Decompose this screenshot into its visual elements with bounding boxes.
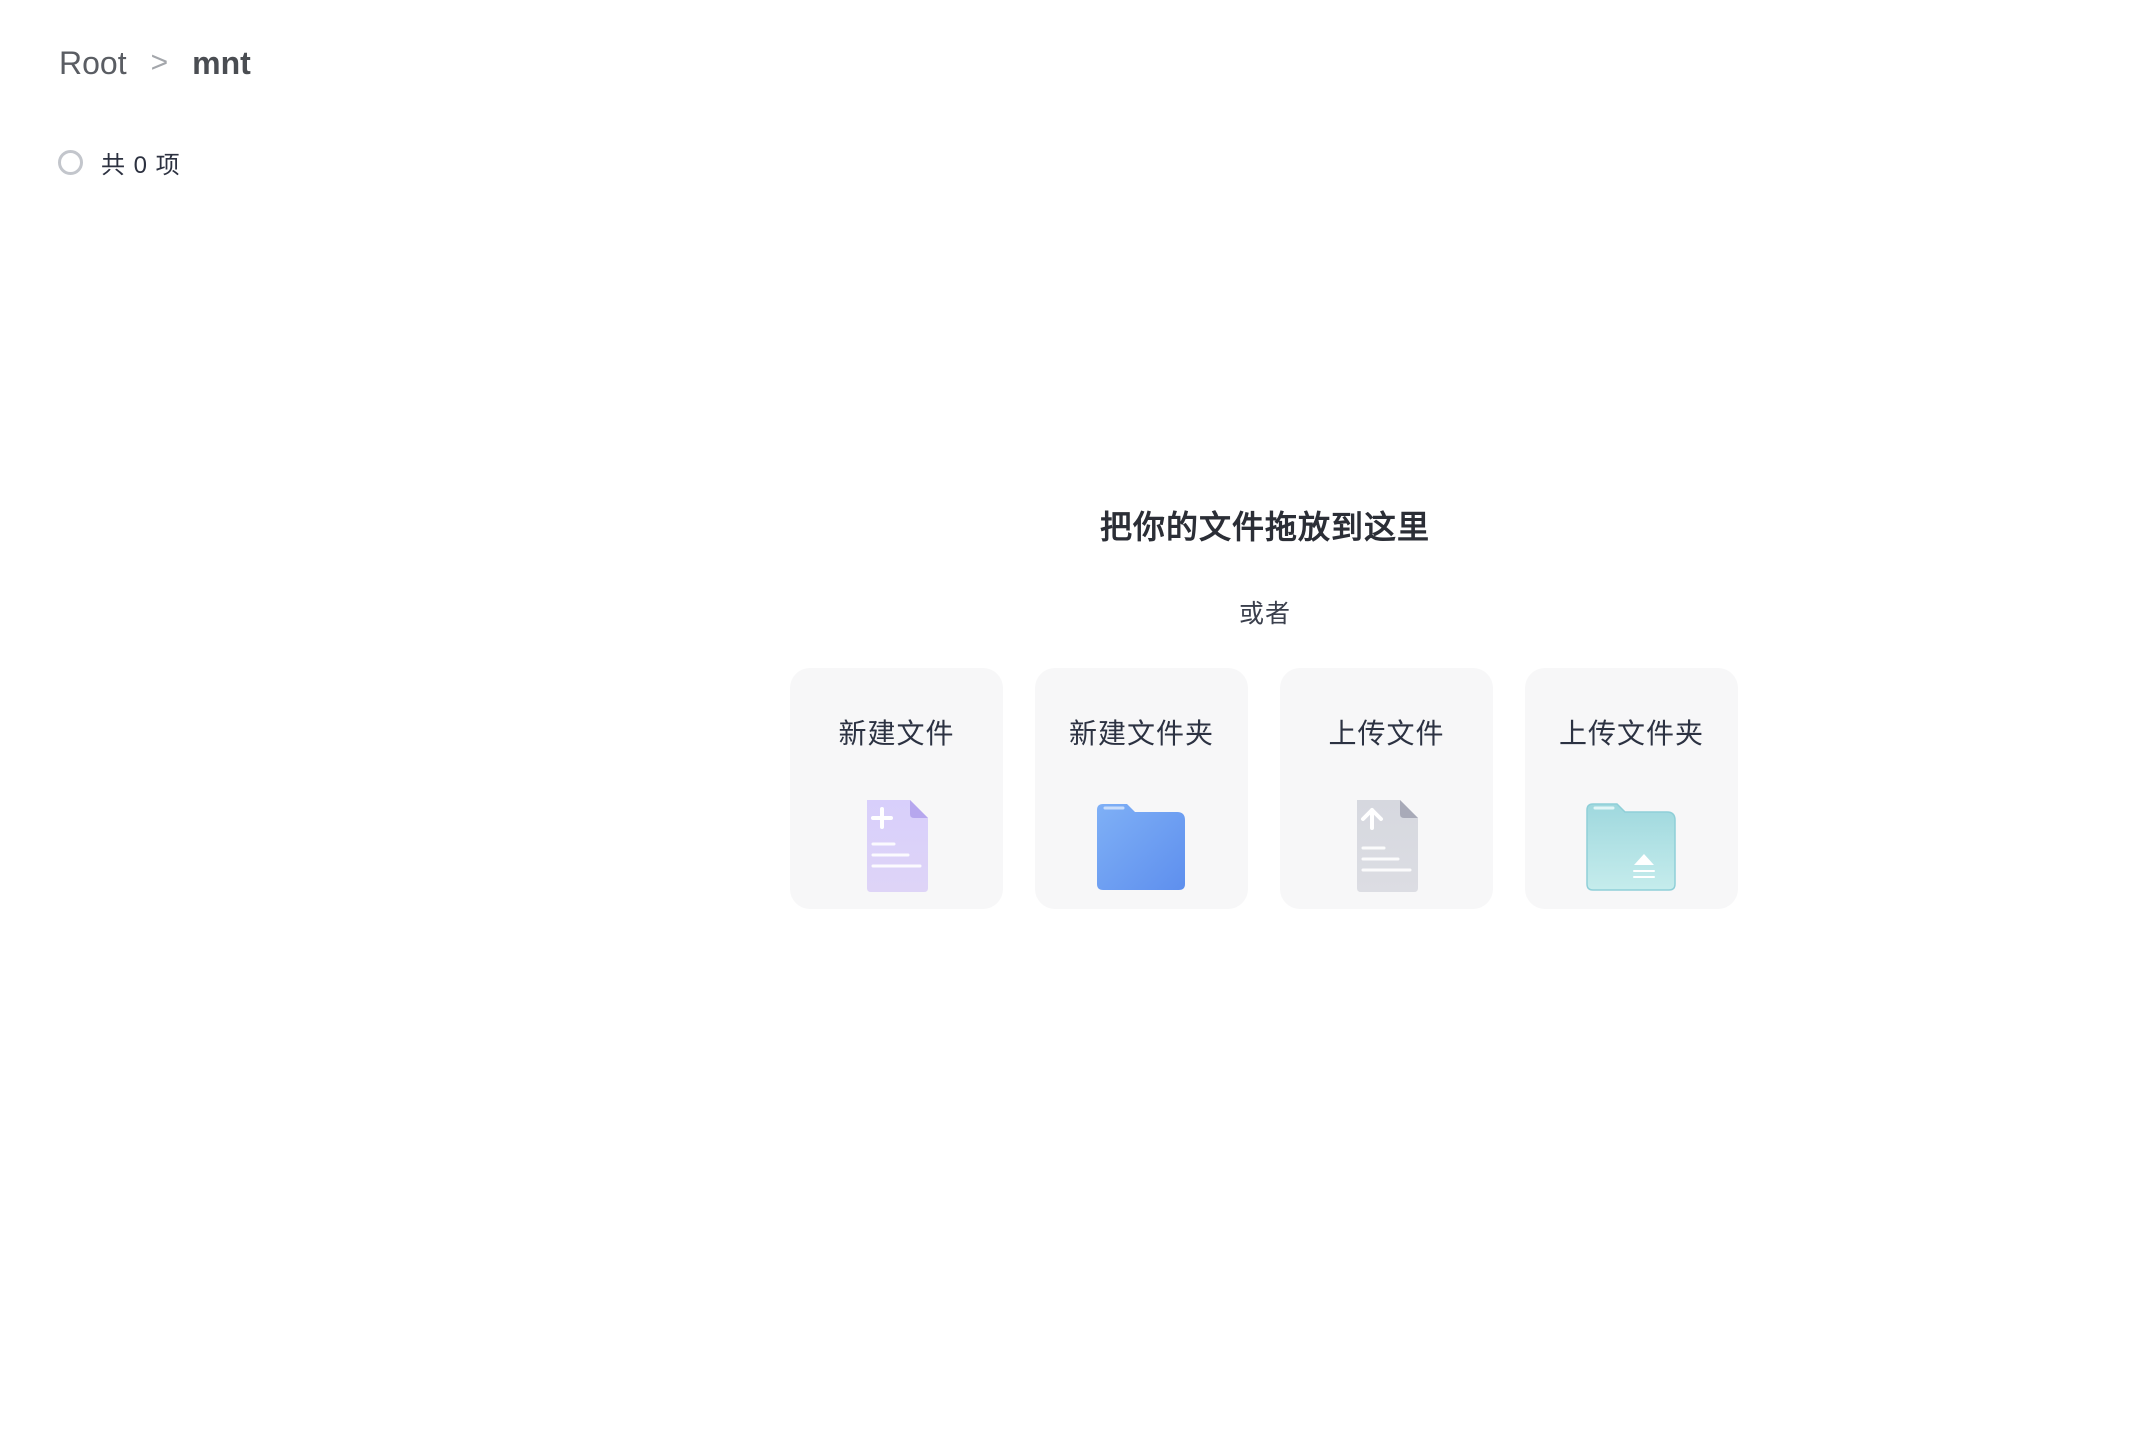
new-folder-button[interactable]: 新建文件夹 xyxy=(1035,668,1248,909)
item-count-label: 共 0 项 xyxy=(101,151,181,179)
upload-file-label: 上传文件 xyxy=(1328,718,1445,749)
action-cards: 新建文件 新建文件夹 上传文件 上传文件夹 xyxy=(790,668,1738,909)
breadcrumb: Root > mnt xyxy=(59,38,251,88)
upload-file-icon xyxy=(1332,796,1442,896)
item-count-row: 共 0 项 xyxy=(58,144,181,180)
folder-icon xyxy=(1087,796,1197,896)
select-all-checkbox[interactable] xyxy=(58,149,83,175)
drop-zone-title: 把你的文件拖放到这里 xyxy=(1099,509,1430,545)
upload-folder-icon xyxy=(1577,796,1687,896)
new-file-button[interactable]: 新建文件 xyxy=(790,668,1003,909)
drop-zone-or: 或者 xyxy=(1238,600,1291,628)
breadcrumb-root[interactable]: Root xyxy=(59,45,127,82)
new-file-label: 新建文件 xyxy=(838,718,955,749)
upload-folder-label: 上传文件夹 xyxy=(1558,718,1704,749)
new-folder-label: 新建文件夹 xyxy=(1068,718,1214,749)
upload-folder-button[interactable]: 上传文件夹 xyxy=(1525,668,1738,909)
upload-file-button[interactable]: 上传文件 xyxy=(1280,668,1493,909)
breadcrumb-separator: > xyxy=(150,46,169,79)
new-file-icon xyxy=(842,796,952,896)
file-browser-page: Root > mnt 共 0 项 把你的文件拖放到这里 或者 新建文件 新建文件… xyxy=(0,0,2144,1454)
breadcrumb-current: mnt xyxy=(192,44,251,81)
